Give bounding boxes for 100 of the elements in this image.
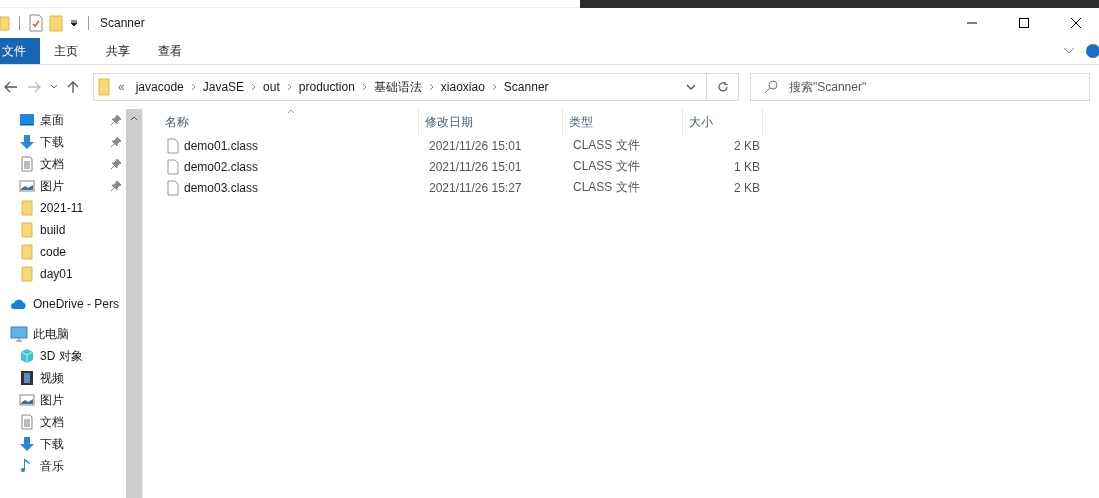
sidebar-item[interactable]: 桌面 [0,109,127,131]
chevron-icon[interactable] [190,83,196,91]
folder-icon [19,222,35,238]
sidebar-item[interactable]: OneDrive - Pers [0,293,127,315]
breadcrumb[interactable]: xiaoxiao [435,80,490,94]
sidebar-label: 3D 对象 [40,347,83,365]
sidebar-label: build [40,223,66,237]
sidebar-label: 下载 [40,133,64,151]
properties-icon[interactable] [29,14,43,32]
sidebar-item[interactable]: 视频 [0,367,127,389]
file-name[interactable]: demo02.class [184,159,259,174]
file-icon [167,179,179,196]
sidebar-item[interactable]: 图片 [0,175,127,197]
sidebar-item[interactable]: 3D 对象 [0,345,127,367]
sidebar-item[interactable]: 此电脑 [0,323,127,345]
sidebar-item[interactable]: 文档 [0,411,127,433]
scrollbar[interactable] [126,109,143,498]
window-title: Scanner [100,16,145,30]
file-name[interactable]: demo01.class [184,138,259,153]
file-icon [167,137,179,154]
sort-caret-icon [287,109,295,114]
sidebar-label: 下载 [40,435,64,453]
sidebar-label: OneDrive - Pers [33,297,120,311]
ribbon-tab[interactable]: 查看 [144,38,196,64]
sidebar-label: 视频 [40,369,64,387]
overflow-icon[interactable]: « [118,80,125,94]
download-icon [19,134,35,150]
file-icon [167,158,179,175]
column-header[interactable]: 大小 [683,109,763,135]
chevron-icon[interactable] [286,83,292,91]
maximize-icon [1018,17,1030,29]
chevron-icon[interactable] [428,83,434,91]
sidebar-item[interactable]: 图片 [0,389,127,411]
table-cell-text: CLASS 文件 [572,179,641,196]
table-cell-text: 2021/11/26 15:01 [428,138,523,153]
sidebar-item[interactable]: 下载 [0,131,127,153]
sidebar-label: 文档 [40,155,64,173]
sidebar-label: 2021-11 [40,201,84,215]
refresh-icon [716,81,729,93]
folder-icon [19,266,35,282]
film-icon [19,370,35,386]
ribbon-tab[interactable]: 文件 [0,38,40,64]
chevron-icon[interactable] [491,83,497,91]
sidebar-label: 图片 [40,177,64,195]
breadcrumb[interactable]: JavaSE [197,80,250,94]
breadcrumb[interactable]: Scanner [498,80,554,94]
search-icon [764,80,778,94]
dropdown-caret-icon[interactable] [686,84,696,90]
download-icon [19,436,35,452]
breadcrumb[interactable]: production [293,80,360,94]
expand-ribbon-icon[interactable] [1063,47,1075,55]
sidebar-label: code [40,245,67,259]
sidebar-item[interactable]: 下载 [0,433,127,455]
desktop-icon [19,112,35,128]
sidebar-item[interactable]: code [0,241,127,263]
customize-caret-icon[interactable] [69,18,79,28]
sidebar-item[interactable]: 文档 [0,153,127,175]
sidebar-label: 此电脑 [33,325,69,343]
table-cell-text: 1 KB [733,159,761,174]
sidebar-label: 音乐 [40,457,64,475]
folder-icon [98,78,110,96]
breadcrumb[interactable]: javacode [130,80,189,94]
recent-caret-icon[interactable] [50,84,58,90]
sidebar-item[interactable]: 2021-11 [0,197,127,219]
sidebar-label: day01 [40,267,73,281]
ribbon-tab[interactable]: 共享 [92,38,144,64]
cloud-icon [10,298,28,310]
close-icon [1070,17,1082,29]
sidebar-label: 桌面 [40,111,64,129]
breadcrumb[interactable]: 基础语法 [368,78,427,96]
search-field[interactable]: 搜索"Scanner" [750,73,1090,101]
picture-icon [19,178,35,194]
column-header[interactable]: 修改日期 [419,109,563,135]
chevron-icon[interactable] [361,83,367,91]
up-icon[interactable] [67,80,79,94]
document-icon [19,156,35,172]
column-header[interactable]: 名称 [163,109,419,135]
scroll-up-icon[interactable] [130,115,139,121]
file-name[interactable]: demo03.class [184,180,259,195]
table-cell-text: CLASS 文件 [572,158,641,175]
back-icon[interactable] [4,81,18,93]
cube-icon [19,348,35,364]
table-cell-text: 2 KB [733,138,761,153]
sidebar-item[interactable]: 音乐 [0,455,127,477]
table-cell-text: 2 KB [733,180,761,195]
ribbon-tab[interactable]: 主页 [40,38,92,64]
column-header[interactable]: 类型 [563,109,683,135]
sidebar-item[interactable]: day01 [0,263,127,285]
breadcrumb[interactable]: out [258,80,285,94]
folder-icon [19,200,35,216]
folder-icon [19,244,35,260]
chevron-icon[interactable] [251,83,257,91]
picture-icon [19,392,35,408]
sidebar-item[interactable]: build [0,219,127,241]
forward-icon[interactable] [27,81,41,93]
address-bar[interactable]: « javacode JavaSE out production 基础语法 xiaoxiao Scanner [93,73,739,101]
sidebar-label: 文档 [40,413,64,431]
table-cell-text: CLASS 文件 [572,137,641,154]
table-cell-text: 2021/11/26 15:27 [428,180,523,195]
table-cell-text: 2021/11/26 15:01 [428,159,523,174]
